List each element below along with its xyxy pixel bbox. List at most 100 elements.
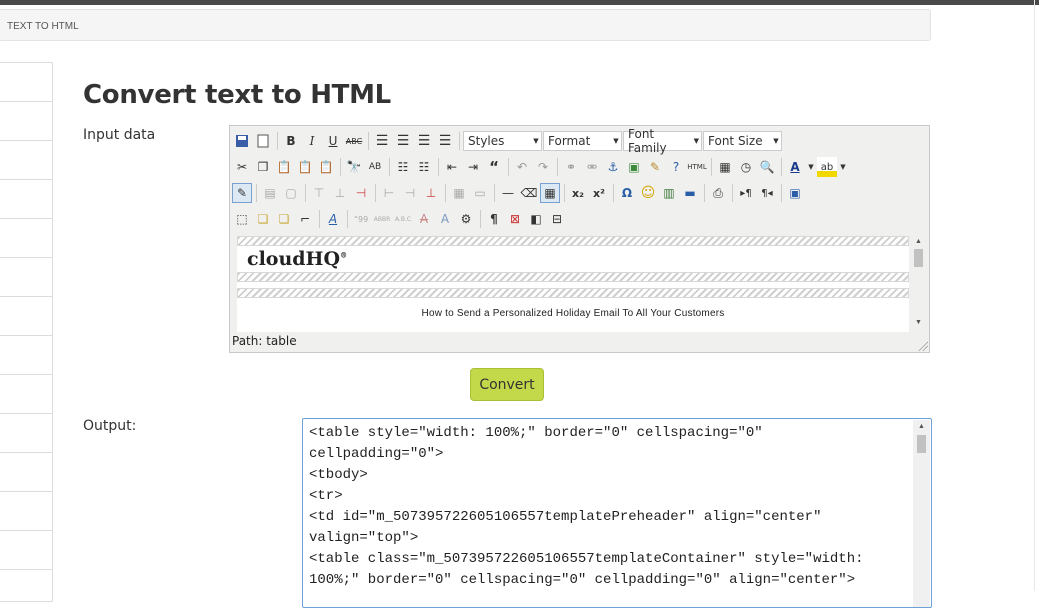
emoticon-icon[interactable]: ☺ <box>638 183 658 203</box>
find-icon[interactable]: 🔭 <box>344 157 364 177</box>
link-icon[interactable]: ⚭ <box>561 157 581 177</box>
absolute-position-icon[interactable]: ⌐ <box>295 209 315 229</box>
rich-text-editor[interactable]: B I U ABC ☰ ☰ ☰ ☰ Styles ▼ Format ▼ Font… <box>229 125 930 353</box>
styleprops-icon[interactable]: A <box>323 209 343 229</box>
bullet-list-icon[interactable]: ☷ <box>393 157 413 177</box>
indent-icon[interactable]: ⇥ <box>463 157 483 177</box>
sidebar-item[interactable] <box>0 375 52 414</box>
resize-handle-icon[interactable] <box>918 341 928 351</box>
move-forward-icon[interactable]: ❏ <box>253 209 273 229</box>
blockquote-icon[interactable]: “ <box>484 157 504 177</box>
image-icon[interactable]: ▣ <box>624 157 644 177</box>
insert-col-before-icon[interactable]: ⊢ <box>379 183 399 203</box>
horizontal-rule-icon[interactable]: — <box>498 183 518 203</box>
editor-scrollbar[interactable]: ▲ ▼ <box>910 235 927 332</box>
cut-icon[interactable]: ✂ <box>232 157 252 177</box>
copy-icon[interactable]: ❐ <box>253 157 273 177</box>
pagebreak-icon[interactable]: ▬ <box>680 183 700 203</box>
sidebar-item[interactable] <box>0 531 52 570</box>
cite-icon[interactable]: “99 <box>351 209 371 229</box>
template-icon[interactable]: ◧ <box>526 209 546 229</box>
attributes-icon[interactable]: ⚙ <box>456 209 476 229</box>
insert-col-after-icon[interactable]: ⊣ <box>400 183 420 203</box>
sidebar-item[interactable] <box>0 102 52 141</box>
table-row-props-icon[interactable]: ▤ <box>260 183 280 203</box>
split-cells-icon[interactable]: ▦ <box>449 183 469 203</box>
convert-button[interactable]: Convert <box>470 368 544 401</box>
delete-col-icon[interactable]: ⊥ <box>421 183 441 203</box>
insert-row-after-icon[interactable]: ⊥ <box>330 183 350 203</box>
fullscreen-icon[interactable]: ▣ <box>785 183 805 203</box>
sidebar-item[interactable] <box>0 141 52 180</box>
eraser-icon[interactable]: ⌫ <box>519 183 539 203</box>
insert-text-icon[interactable]: A <box>435 209 455 229</box>
insert-layer-icon[interactable]: ⬚ <box>232 209 252 229</box>
sidebar-item[interactable] <box>0 297 52 336</box>
media-icon[interactable]: ▥ <box>659 183 679 203</box>
scroll-down-icon[interactable]: ▼ <box>910 316 927 330</box>
replace-icon[interactable]: AB <box>365 157 385 177</box>
highlight-color-icon[interactable]: ab <box>817 157 837 177</box>
sidebar-item[interactable] <box>0 63 52 102</box>
sidebar-item[interactable] <box>0 336 52 375</box>
text-color-icon[interactable]: A <box>785 157 805 177</box>
strikethrough-icon[interactable]: ABC <box>344 131 364 151</box>
delete-row-icon[interactable]: ⊣ <box>351 183 371 203</box>
undo-icon[interactable]: ↶ <box>512 157 532 177</box>
bold-icon[interactable]: B <box>281 131 301 151</box>
rtl-icon[interactable]: ¶◂ <box>757 183 777 203</box>
italic-icon[interactable]: I <box>302 131 322 151</box>
scroll-thumb[interactable] <box>917 435 926 453</box>
html-source-icon[interactable]: HTML <box>687 157 707 177</box>
ltr-icon[interactable]: ▸¶ <box>736 183 756 203</box>
underline-icon[interactable]: U <box>323 131 343 151</box>
abbr-icon[interactable]: ABBR <box>372 209 392 229</box>
sidebar-item[interactable] <box>0 219 52 258</box>
scroll-up-icon[interactable]: ▲ <box>910 235 927 249</box>
subscript-icon[interactable]: x₂ <box>568 183 588 203</box>
editor-content-area[interactable]: cloudHQ® How to Send a Personalized Holi… <box>237 236 909 332</box>
numbered-list-icon[interactable]: ☷ <box>414 157 434 177</box>
sidebar-item[interactable] <box>0 453 52 492</box>
special-char-icon[interactable]: Ω <box>617 183 637 203</box>
outdent-icon[interactable]: ⇤ <box>442 157 462 177</box>
align-right-icon[interactable]: ☰ <box>414 131 434 151</box>
unlink-icon[interactable]: ⚮ <box>582 157 602 177</box>
output-textarea[interactable]: <table style="width: 100%;" border="0" c… <box>302 418 932 608</box>
scroll-thumb[interactable] <box>914 249 923 267</box>
font-size-dropdown[interactable]: Font Size ▼ <box>703 131 782 151</box>
sidebar-item[interactable] <box>0 258 52 297</box>
table-icon[interactable]: ▦ <box>540 183 560 203</box>
save-icon[interactable] <box>232 131 252 151</box>
acronym-icon[interactable]: A.B.C <box>393 209 413 229</box>
insert-row-before-icon[interactable]: ⊤ <box>309 183 329 203</box>
chevron-down-icon[interactable]: ▼ <box>838 157 848 177</box>
superscript-icon[interactable]: x² <box>589 183 609 203</box>
styles-dropdown[interactable]: Styles ▼ <box>463 131 542 151</box>
preview-icon[interactable]: 🔍 <box>757 157 777 177</box>
redo-icon[interactable]: ↷ <box>533 157 553 177</box>
anchor-icon[interactable]: ⚓ <box>603 157 623 177</box>
pagebreak-icon[interactable]: ⊟ <box>547 209 567 229</box>
sidebar-item[interactable] <box>0 180 52 219</box>
align-left-icon[interactable]: ☰ <box>372 131 392 151</box>
cleanup-icon[interactable]: ✎ <box>645 157 665 177</box>
insert-time-icon[interactable]: ◷ <box>736 157 756 177</box>
delete-text-icon[interactable]: A <box>414 209 434 229</box>
table-cell-props-icon[interactable]: ▢ <box>281 183 301 203</box>
sidebar-item[interactable] <box>0 492 52 531</box>
print-icon[interactable]: ⎙ <box>708 183 728 203</box>
output-scrollbar[interactable]: ▲ <box>913 420 930 607</box>
move-backward-icon[interactable]: ❏ <box>274 209 294 229</box>
scroll-up-icon[interactable]: ▲ <box>913 420 930 434</box>
sidebar-item[interactable] <box>0 414 52 453</box>
nonbreaking-icon[interactable]: ⊠ <box>505 209 525 229</box>
align-justify-icon[interactable]: ☰ <box>435 131 455 151</box>
chevron-down-icon[interactable]: ▼ <box>806 157 816 177</box>
insert-date-icon[interactable]: ▦ <box>715 157 735 177</box>
align-center-icon[interactable]: ☰ <box>393 131 413 151</box>
visual-chars-icon[interactable]: ¶ <box>484 209 504 229</box>
help-icon[interactable]: ? <box>666 157 686 177</box>
paste-icon[interactable]: 📋 <box>274 157 294 177</box>
merge-cells-icon[interactable]: ▭ <box>470 183 490 203</box>
